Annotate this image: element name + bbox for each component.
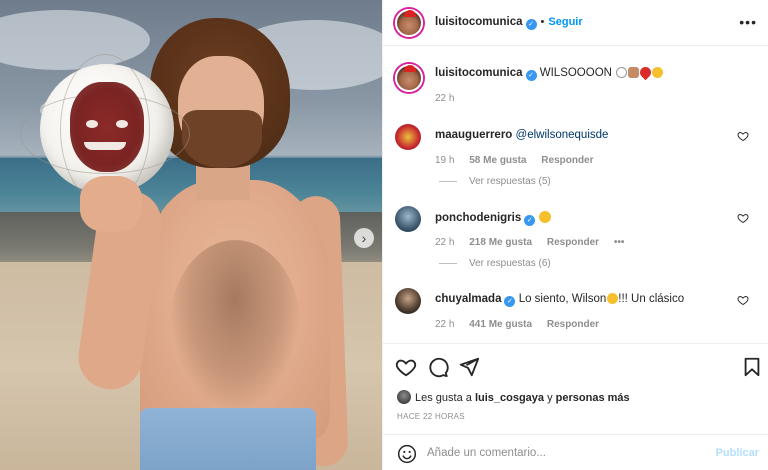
reply-button[interactable]: Responder (541, 155, 593, 166)
caption-username[interactable]: luisitocomunica (435, 67, 523, 79)
verified-badge-icon: ✓ (524, 215, 536, 226)
caption-time: 22 h (435, 93, 455, 104)
post-header: luisitocomunica ✓ • Seguir ••• (383, 0, 768, 46)
reply-button[interactable]: Responder (547, 237, 599, 248)
heart-icon[interactable] (737, 294, 749, 306)
comment-text: Lo siento, Wilson (518, 293, 607, 305)
comment-likes[interactable]: 441 Me gusta (469, 319, 532, 330)
comment-likes[interactable]: 218 Me gusta (469, 237, 532, 248)
avatar (397, 390, 411, 404)
likes-middle: y (544, 392, 556, 404)
person-chest (170, 240, 300, 410)
drop-emoji-icon (637, 64, 654, 81)
replies-line (439, 180, 457, 182)
sad-face-emoji-icon (652, 67, 664, 78)
post-timestamp: HACE 22 HORAS (397, 412, 465, 421)
verified-badge-icon: ✓ (525, 19, 537, 30)
avatar[interactable] (395, 9, 423, 37)
publish-button[interactable]: Publicar (716, 447, 759, 459)
person-hand (80, 176, 142, 232)
avatar[interactable] (395, 288, 421, 314)
share-icon[interactable] (458, 356, 480, 378)
volleyball-emoji-icon (616, 67, 628, 78)
next-arrow-icon[interactable]: › (354, 228, 374, 248)
avatar[interactable] (395, 124, 421, 150)
likes-summary: Les gusta a luis_cosgaya y personas más (397, 390, 630, 404)
liker-username[interactable]: luis_cosgaya (475, 392, 544, 404)
verified-badge-icon: ✓ (504, 296, 516, 307)
comment: maauguerrero @elwilsonequisde 19 h 58 Me… (395, 124, 757, 184)
reply-button[interactable]: Responder (547, 319, 599, 330)
view-replies-label: Ver respuestas (5) (469, 176, 551, 187)
avatar[interactable] (395, 206, 421, 232)
hand-emoji-icon (628, 67, 640, 78)
comment-username[interactable]: chuyalmada (435, 293, 501, 305)
painted-face (70, 82, 144, 172)
comment: chuyalmada ✓ Lo siento, Wilson !!! Un clás… (395, 288, 757, 348)
likes-prefix: Les gusta a (415, 392, 475, 404)
comment-more-options-icon[interactable]: ••• (614, 237, 625, 248)
verified-badge-icon: ✓ (525, 70, 537, 81)
emoji-icon[interactable] (397, 444, 417, 464)
post-image[interactable]: › (0, 0, 382, 470)
sky-cloud (0, 10, 150, 70)
bookmark-icon[interactable] (741, 356, 763, 378)
likes-others-link[interactable]: personas más (556, 392, 630, 404)
more-options-icon[interactable]: ••• (739, 14, 757, 30)
view-replies-button[interactable]: Ver respuestas (5) (439, 176, 551, 187)
volleyball-wilson (20, 54, 190, 204)
view-replies-label: Ver respuestas (6) (469, 258, 551, 269)
caption-text: WILSOOOON (539, 67, 612, 79)
mention-link[interactable]: @elwilsonequisde (516, 129, 609, 141)
person-jeans (140, 408, 316, 470)
comment-icon[interactable] (427, 356, 449, 378)
laughing-emoji-icon (539, 211, 552, 223)
sad-face-emoji-icon (607, 293, 619, 304)
heart-icon[interactable] (395, 356, 417, 378)
follow-button[interactable]: Seguir (548, 16, 582, 28)
comment-time: 19 h (435, 155, 455, 166)
comment-username[interactable]: maauguerrero (435, 129, 512, 141)
comment-text-end: !!! Un clásico (618, 293, 685, 305)
person-beard (182, 110, 262, 168)
comment-time: 22 h (435, 319, 455, 330)
comment-username[interactable]: ponchodenigris (435, 212, 521, 224)
comment-likes[interactable]: 58 Me gusta (469, 155, 526, 166)
heart-icon[interactable] (737, 212, 749, 224)
comment-input[interactable] (427, 443, 707, 463)
author-username[interactable]: luisitocomunica (435, 16, 523, 28)
comment: ponchodenigris ✓ 22 h 218 Me gusta Respon… (395, 206, 757, 266)
separator-dot: • (540, 16, 545, 28)
view-replies-button[interactable]: Ver respuestas (6) (439, 258, 551, 269)
comment-time: 22 h (435, 237, 455, 248)
avatar[interactable] (395, 64, 423, 92)
heart-icon[interactable] (737, 130, 749, 142)
replies-line (439, 262, 457, 264)
post-panel: luisitocomunica ✓ • Seguir ••• luisitocomun… (382, 0, 768, 470)
add-comment-bar: Publicar (383, 434, 768, 470)
